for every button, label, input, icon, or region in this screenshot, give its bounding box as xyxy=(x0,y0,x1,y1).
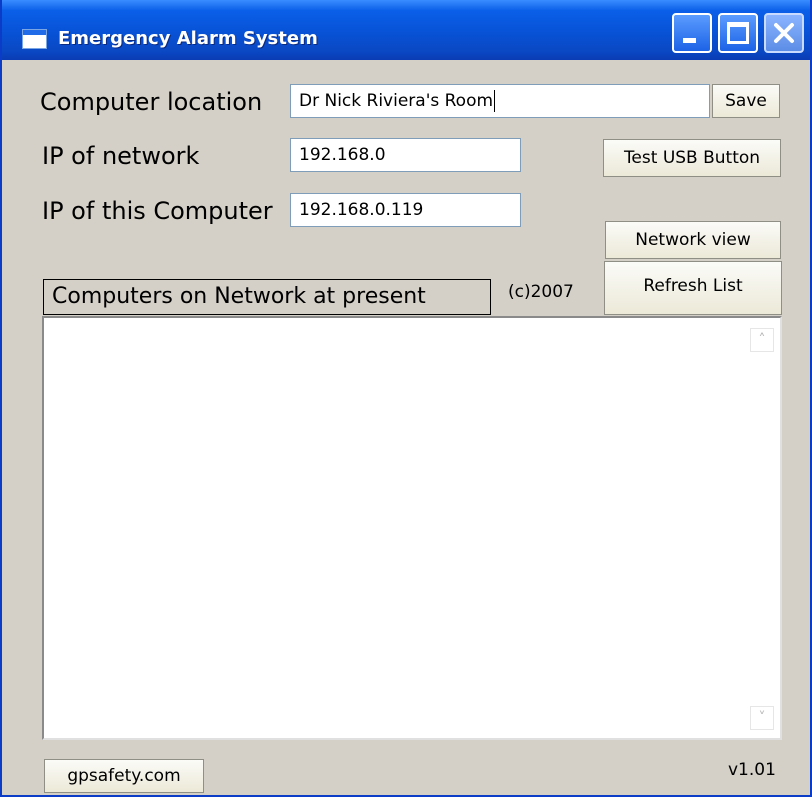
computers-list-caption: Computers on Network at present xyxy=(43,279,491,315)
computer-location-label: Computer location xyxy=(40,88,263,116)
minimize-button[interactable] xyxy=(672,13,712,53)
app-window: Emergency Alarm System Computer location… xyxy=(0,0,812,797)
copyright-text: (c)2007 xyxy=(508,282,574,302)
save-button[interactable]: Save xyxy=(712,84,780,118)
chevron-down-icon[interactable]: ˅ xyxy=(750,706,774,730)
window-title: Emergency Alarm System xyxy=(58,28,318,49)
maximize-icon xyxy=(727,22,749,44)
text-caret xyxy=(494,90,496,112)
minimize-icon xyxy=(683,38,696,43)
ip-network-input[interactable]: 192.168.0 xyxy=(290,138,521,172)
ip-network-label: IP of network xyxy=(42,142,200,170)
computers-listbox[interactable]: ˄ ˅ xyxy=(42,316,782,740)
ip-computer-label: IP of this Computer xyxy=(42,197,273,225)
computer-location-input[interactable]: Dr Nick Riviera's Room xyxy=(290,84,710,118)
computer-location-value: Dr Nick Riviera's Room xyxy=(299,91,494,111)
title-bar[interactable]: Emergency Alarm System xyxy=(2,0,810,60)
network-view-button[interactable]: Network view xyxy=(605,221,781,259)
close-icon xyxy=(774,23,794,43)
close-button[interactable] xyxy=(764,13,804,53)
website-button[interactable]: gpsafety.com xyxy=(44,759,204,793)
test-usb-button[interactable]: Test USB Button xyxy=(603,139,781,177)
chevron-up-icon[interactable]: ˄ xyxy=(750,328,774,352)
maximize-button[interactable] xyxy=(718,13,758,53)
version-label: v1.01 xyxy=(728,760,776,780)
refresh-list-button[interactable]: Refresh List xyxy=(604,261,782,315)
window-app-icon[interactable] xyxy=(22,29,47,49)
ip-computer-input[interactable]: 192.168.0.119 xyxy=(290,193,521,227)
